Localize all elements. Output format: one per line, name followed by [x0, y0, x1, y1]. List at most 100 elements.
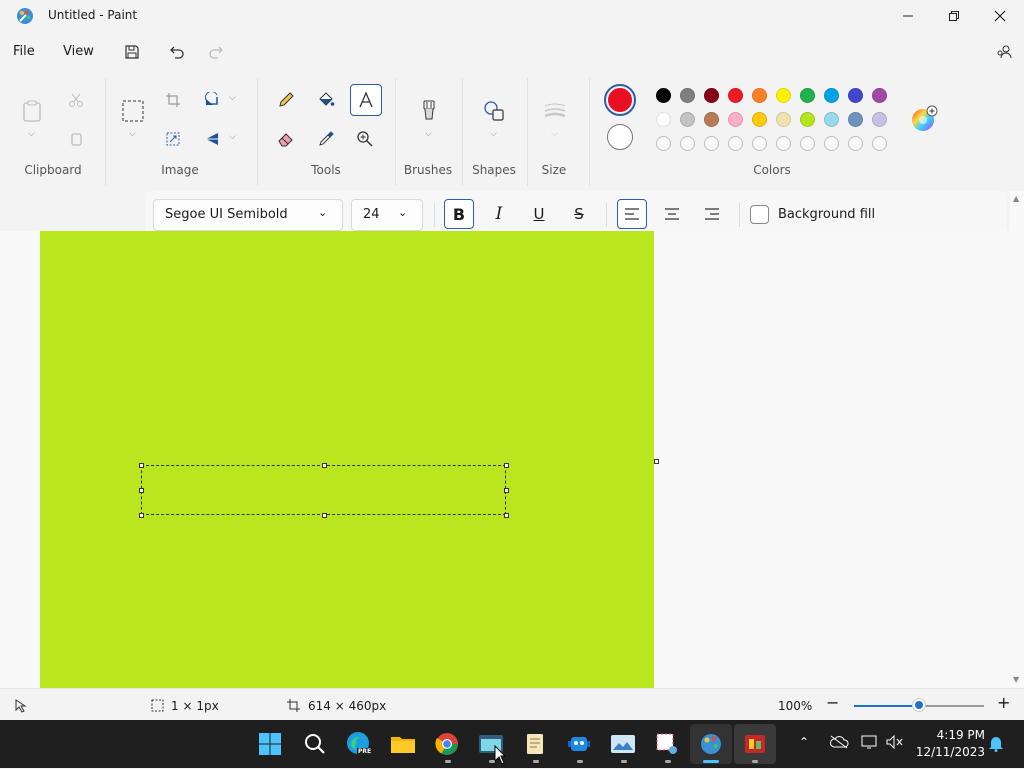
view-menu[interactable]: View: [63, 42, 94, 62]
edit-colors-button[interactable]: [910, 105, 938, 133]
clock-date[interactable]: 12/11/2023: [913, 745, 985, 759]
flip-button[interactable]: [198, 124, 228, 154]
vertical-scrollbar[interactable]: ▲ ▼: [1010, 191, 1024, 688]
custom-color-slot[interactable]: [704, 136, 719, 151]
color-swatch[interactable]: [800, 112, 815, 127]
crop-button[interactable]: [158, 85, 188, 115]
rotate-button[interactable]: [198, 85, 228, 115]
custom-color-slot[interactable]: [848, 136, 863, 151]
size-chevron-icon[interactable]: ⌵: [551, 129, 558, 139]
drawing-canvas[interactable]: [40, 231, 654, 688]
account-button[interactable]: [990, 38, 1018, 66]
zoom-out-button[interactable]: −: [826, 693, 839, 712]
color-swatch[interactable]: [872, 112, 887, 127]
textbox-handle[interactable]: [504, 513, 509, 518]
font-family-select[interactable]: Segoe UI Semibold ⌄: [153, 199, 343, 231]
color-swatch[interactable]: [824, 88, 839, 103]
strikethrough-button[interactable]: S: [564, 199, 594, 229]
shapes-button[interactable]: [479, 96, 509, 126]
color-swatch[interactable]: [848, 112, 863, 127]
copy-button[interactable]: [61, 124, 91, 154]
notifications-button[interactable]: [988, 734, 1004, 756]
color-swatch[interactable]: [752, 112, 767, 127]
textbox-handle[interactable]: [504, 463, 509, 468]
custom-color-slot[interactable]: [800, 136, 815, 151]
custom-color-slot[interactable]: [728, 136, 743, 151]
paste-button[interactable]: [17, 96, 47, 126]
shapes-chevron-icon[interactable]: ⌵: [490, 129, 497, 139]
magnifier-button[interactable]: [350, 124, 380, 154]
cut-button[interactable]: [61, 85, 91, 115]
select-button[interactable]: [118, 96, 148, 126]
pencil-button[interactable]: [271, 85, 301, 115]
zoom-level-text[interactable]: 100%: [778, 699, 812, 713]
restore-button[interactable]: [931, 0, 977, 32]
resize-button[interactable]: [158, 124, 188, 154]
color-swatch[interactable]: [728, 88, 743, 103]
color-swatch[interactable]: [656, 88, 671, 103]
custom-color-slot[interactable]: [776, 136, 791, 151]
taskbar-snipping-tool[interactable]: [651, 728, 683, 760]
select-chevron-icon[interactable]: ⌵: [129, 129, 136, 139]
color-swatch[interactable]: [728, 112, 743, 127]
brushes-button[interactable]: [414, 96, 444, 126]
taskbar-paint[interactable]: [695, 728, 727, 760]
color-swatch[interactable]: [776, 112, 791, 127]
background-fill-checkbox[interactable]: [750, 205, 769, 224]
clock-time[interactable]: 4:19 PM: [913, 728, 985, 742]
canvas-resize-handle[interactable]: [654, 459, 659, 464]
primary-color-button[interactable]: [604, 84, 636, 116]
textbox-handle[interactable]: [139, 488, 144, 493]
custom-color-slot[interactable]: [752, 136, 767, 151]
search-button[interactable]: [299, 728, 331, 760]
taskbar-app-blue[interactable]: [563, 728, 595, 760]
color-swatch[interactable]: [704, 88, 719, 103]
show-hidden-icons-button[interactable]: ⌃: [799, 735, 809, 749]
redo-button[interactable]: [202, 38, 230, 66]
flip-chevron-icon[interactable]: ⌵: [229, 132, 236, 142]
size-button[interactable]: [540, 96, 570, 126]
color-swatch[interactable]: [848, 88, 863, 103]
textbox-handle[interactable]: [322, 463, 327, 468]
underline-button[interactable]: U: [524, 199, 554, 229]
color-swatch[interactable]: [872, 88, 887, 103]
color-swatch[interactable]: [800, 88, 815, 103]
color-picker-button[interactable]: [311, 124, 341, 154]
font-size-select[interactable]: 24 ⌄: [351, 199, 423, 231]
secondary-color-button[interactable]: [607, 124, 633, 150]
scroll-up-icon[interactable]: ▲: [1013, 194, 1019, 203]
color-swatch[interactable]: [752, 88, 767, 103]
zoom-in-button[interactable]: +: [997, 693, 1010, 712]
taskbar-app-red[interactable]: [739, 728, 771, 760]
taskbar-edge-preview[interactable]: PRE: [343, 728, 375, 760]
color-swatch[interactable]: [680, 88, 695, 103]
volume-muted-icon[interactable]: [886, 734, 904, 753]
align-right-button[interactable]: [697, 199, 727, 229]
textbox-handle[interactable]: [139, 513, 144, 518]
save-button[interactable]: [118, 38, 146, 66]
color-swatch[interactable]: [680, 112, 695, 127]
textbox-handle[interactable]: [504, 488, 509, 493]
align-center-button[interactable]: [657, 199, 687, 229]
custom-color-slot[interactable]: [656, 136, 671, 151]
brushes-chevron-icon[interactable]: ⌵: [425, 129, 432, 139]
taskbar-notepad[interactable]: [519, 728, 551, 760]
close-button[interactable]: [977, 0, 1023, 32]
taskbar-file-explorer[interactable]: [387, 728, 419, 760]
scroll-down-icon[interactable]: ▼: [1013, 675, 1019, 684]
color-swatch[interactable]: [776, 88, 791, 103]
color-swatch[interactable]: [824, 112, 839, 127]
eraser-button[interactable]: [271, 124, 301, 154]
color-swatch[interactable]: [704, 112, 719, 127]
minimize-button[interactable]: [885, 0, 931, 32]
textbox-handle[interactable]: [322, 513, 327, 518]
custom-color-slot[interactable]: [872, 136, 887, 151]
start-button[interactable]: [254, 728, 286, 760]
file-menu[interactable]: File: [13, 42, 35, 62]
align-left-button[interactable]: [617, 199, 647, 229]
taskbar-chrome[interactable]: [431, 728, 463, 760]
undo-button[interactable]: [163, 38, 191, 66]
italic-button[interactable]: I: [484, 199, 514, 229]
color-swatch[interactable]: [656, 112, 671, 127]
bold-button[interactable]: B: [444, 199, 474, 229]
